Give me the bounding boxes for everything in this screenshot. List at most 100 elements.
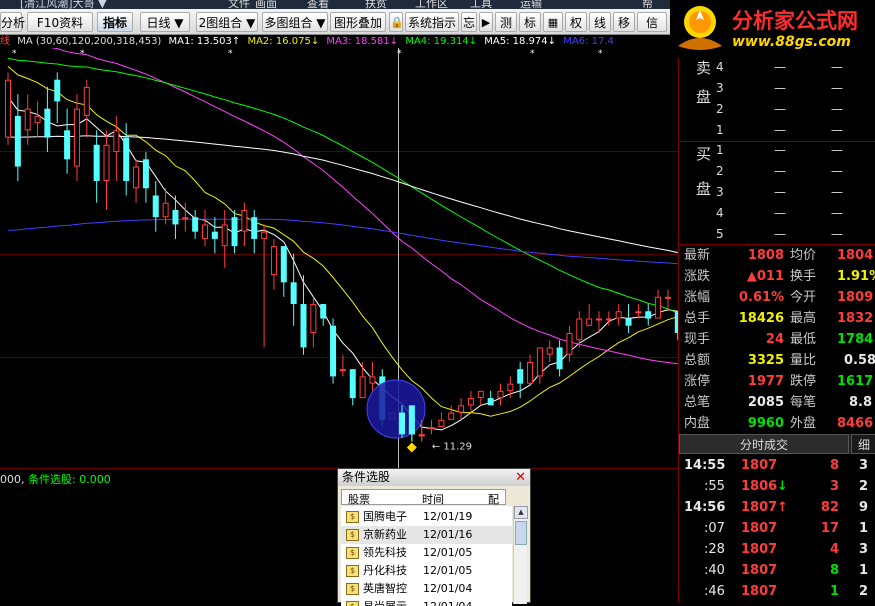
stock-name: 领先科技 (363, 546, 407, 559)
quote-value: 2085 (747, 395, 784, 410)
candle-body (221, 224, 228, 247)
dialog-scrollbar[interactable]: ▲ (513, 506, 528, 604)
sell-level-num: 2 (716, 102, 724, 116)
account-dropdown[interactable]: [清江风潮]大哥 ▼ (20, 0, 107, 9)
list-item[interactable]: $ 英唐智控 12/01/04 (341, 580, 512, 598)
dialog-titlebar[interactable]: 条件选股 ✕ (338, 469, 530, 486)
candle-body (241, 209, 248, 232)
event-marker-icon: * (598, 49, 603, 59)
buy-level-vol: — (831, 227, 843, 241)
line-button[interactable]: 线 (589, 12, 611, 32)
menu-7[interactable]: 运输 (520, 0, 542, 9)
trade-price: 1807 (741, 500, 778, 515)
buy-level-num: 5 (716, 227, 724, 241)
trade-price: 1807 (741, 521, 778, 536)
candle-body (527, 361, 534, 384)
col-match[interactable]: 配 (488, 491, 499, 507)
trade-volume: 1 (829, 584, 839, 599)
menu-file[interactable]: 文件 (228, 0, 250, 9)
candle-body (251, 217, 258, 239)
list-item[interactable]: $ 易尚展示 12/01/04 (341, 598, 512, 606)
candle-body (546, 347, 553, 355)
quote-value: 8466 (837, 416, 874, 431)
col-stock[interactable]: 股票 (348, 491, 370, 507)
candle-body (34, 115, 41, 124)
play-icon[interactable]: ▶ (479, 12, 493, 32)
trade-volume: 3 (829, 479, 839, 494)
candle-body (142, 159, 149, 189)
legend-name: MA (30,60,120,200,318,453) (17, 36, 162, 47)
overlay-button[interactable]: 图形叠加 (330, 12, 386, 32)
legend-ma3: MA3: 18.581↓ (326, 36, 399, 47)
close-icon[interactable]: ✕ (515, 469, 526, 486)
chart-grid (0, 48, 678, 468)
mark-button[interactable]: 标 (519, 12, 541, 32)
quote-label: 跌停 (790, 374, 817, 389)
list-item[interactable]: $ 国腾电子 12/01/19 (341, 508, 512, 526)
scroll-thumb[interactable] (515, 521, 527, 545)
info-button[interactable]: 信 (637, 12, 667, 32)
analysis-button[interactable]: 分析 (0, 12, 25, 32)
candle-body (123, 137, 130, 182)
f10-button[interactable]: F10资料 (27, 12, 93, 32)
candle-body (596, 318, 602, 321)
menu-screen[interactable]: 画面 (255, 0, 277, 9)
brand-logo: 分析家公式网 www.88gs.com (670, 0, 875, 58)
col-time[interactable]: 时间 (422, 491, 444, 507)
menu-tools[interactable]: 工具 (470, 0, 492, 9)
tab-detail[interactable]: 细 (851, 434, 875, 454)
list-item[interactable]: $ 丹化科技 12/01/05 (341, 562, 512, 580)
system-signal-button[interactable]: 系统指示 (405, 12, 459, 32)
grid-icon[interactable]: ▦ (543, 12, 563, 32)
trade-count: 3 (859, 542, 869, 557)
move-button[interactable]: 移 (613, 12, 635, 32)
quote-value: 18426 (738, 311, 784, 326)
sell-level-num: 4 (716, 60, 724, 74)
candle-body (202, 224, 208, 239)
right-button[interactable]: 权 (565, 12, 587, 32)
legend-ma4: MA4: 19.314↓ (405, 36, 478, 47)
two-chart-dropdown[interactable]: 2图组合 ▼ (196, 12, 258, 32)
lock-icon[interactable]: 🔒 (389, 12, 404, 32)
menu-workspace[interactable]: 工作区 (415, 0, 448, 9)
list-item[interactable]: $ 京新药业 12/01/16 (341, 526, 512, 544)
tab-time-sales[interactable]: 分时成交 (679, 434, 849, 454)
stock-date: 12/01/05 (423, 564, 473, 577)
candlestick-chart[interactable]: ← 11.29 * * * * * * (0, 48, 678, 468)
dialog-stock-list: $ 国腾电子 12/01/19 $ 京新药业 12/01/16 $ 领先科技 1… (341, 506, 512, 606)
multi-chart-dropdown[interactable]: 多图组合 ▼ (262, 12, 328, 32)
candle-body (133, 166, 140, 189)
candle-body (54, 79, 61, 102)
trade-time: 14:56 (684, 500, 726, 515)
candle-body (536, 347, 543, 377)
forget-button[interactable]: 忘 (461, 12, 477, 32)
candle-body (182, 217, 189, 220)
candle-body (310, 304, 317, 333)
scroll-up-icon[interactable]: ▲ (514, 506, 528, 519)
candle-body (14, 115, 21, 167)
quote-value: 1617 (837, 374, 874, 389)
menu-view[interactable]: 查看 (307, 0, 329, 9)
quote-label: 涨跌 (684, 269, 711, 284)
logo-brand-text: 分析家公式网 (732, 9, 858, 33)
menu-4[interactable]: 扶贫 (365, 0, 387, 9)
candle-body (339, 369, 346, 372)
quote-value: 1977 (747, 374, 784, 389)
trade-volume: 8 (829, 458, 839, 473)
trade-count: 3 (859, 458, 869, 473)
daily-dropdown[interactable]: 日线 ▼ (140, 12, 190, 32)
candle-body (615, 311, 622, 319)
buy-level-vol: — (831, 164, 843, 178)
quote-value: 1.91% (837, 269, 875, 284)
indicator-button[interactable]: 指标 (97, 12, 133, 32)
quote-value: 1804 (837, 248, 874, 263)
candle-body (408, 405, 415, 435)
menu-help[interactable]: 帮 (642, 0, 653, 9)
list-item[interactable]: $ 领先科技 12/01/05 (341, 544, 512, 562)
trade-time: :28 (704, 542, 725, 557)
buy-level-price: — (774, 185, 786, 199)
trade-volume: 17 (820, 521, 839, 536)
quote-value: 8.8 (849, 395, 873, 410)
stock-name: 丹化科技 (363, 564, 407, 577)
measure-button[interactable]: 测 (495, 12, 517, 32)
